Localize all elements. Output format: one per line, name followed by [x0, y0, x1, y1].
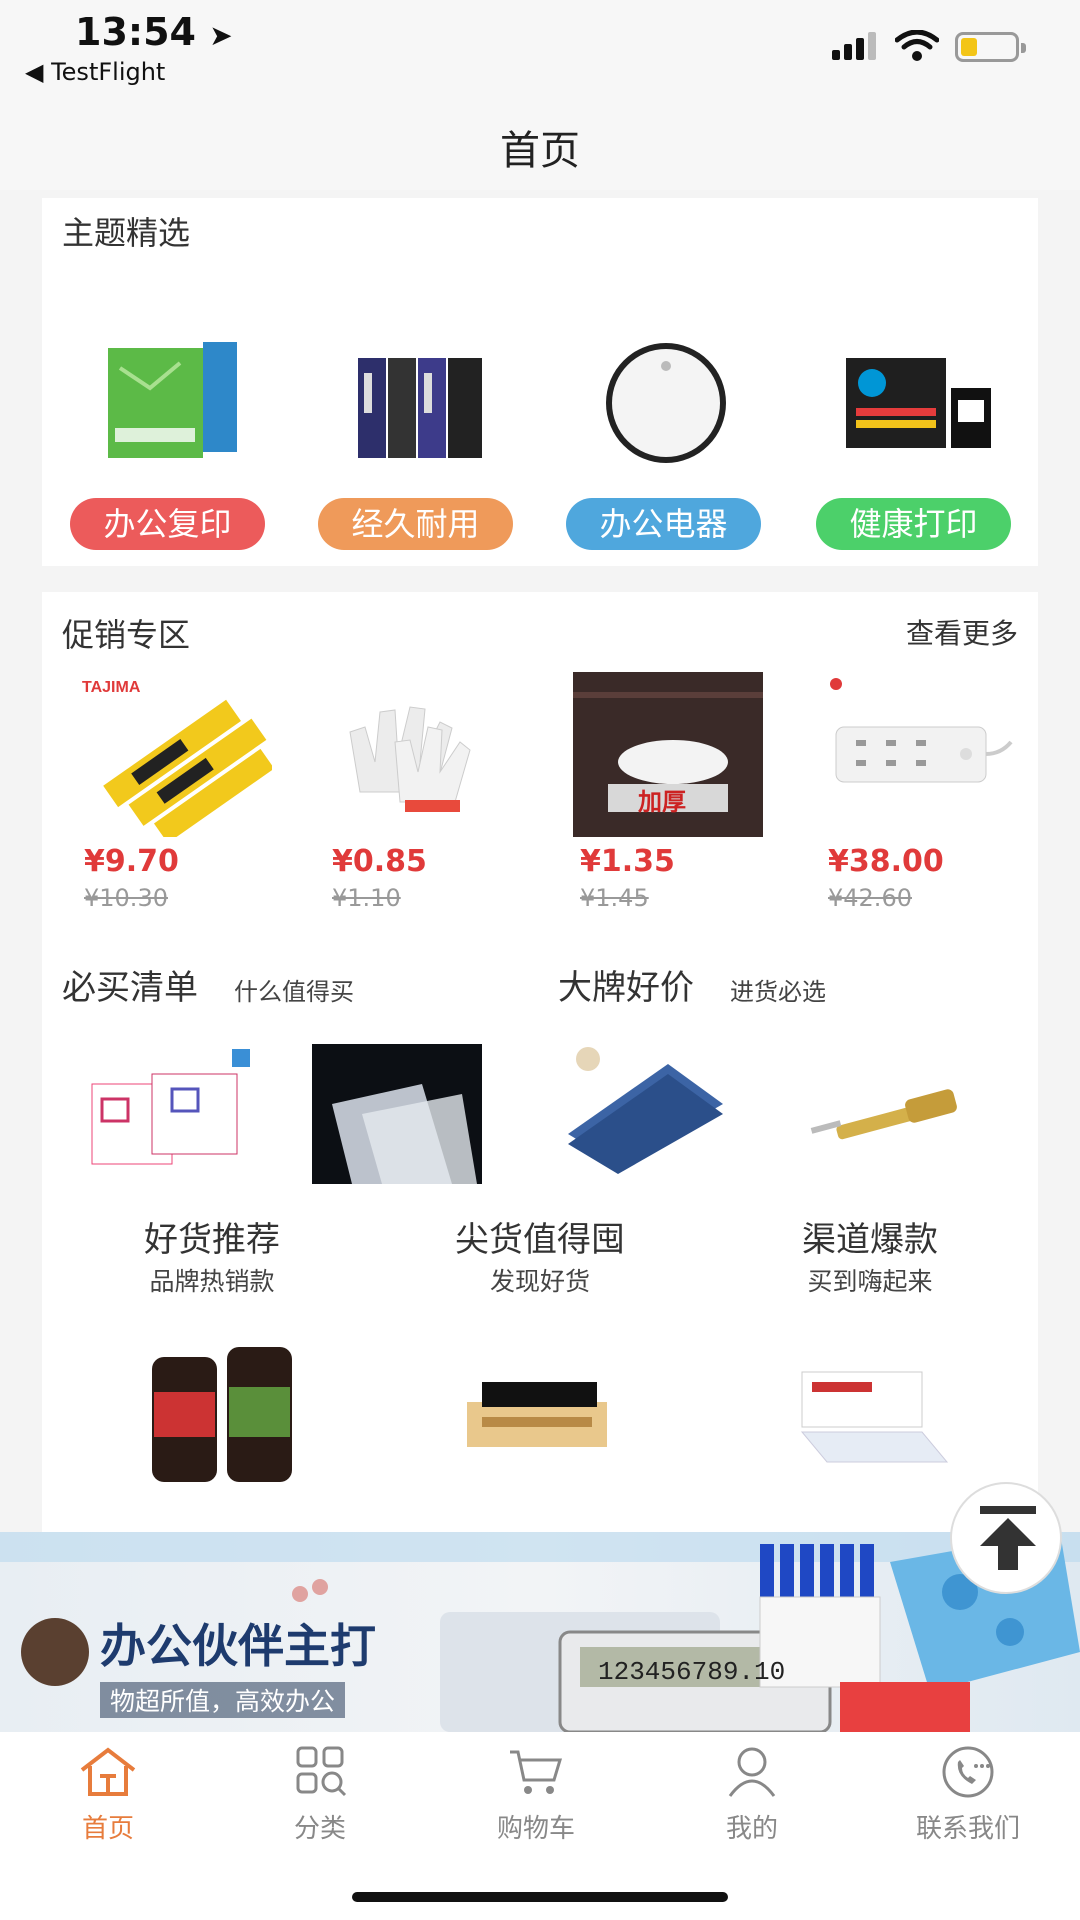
svg-text:TAJIMA: TAJIMA: [82, 679, 141, 696]
theme-pill-printing: 健康打印: [816, 498, 1011, 550]
big-brand-title[interactable]: 大牌好价: [558, 960, 694, 1009]
trash-bag-product-image: 加厚: [573, 672, 763, 837]
ink-cartridge-image: [846, 358, 991, 448]
tab-label: 购物车: [496, 1814, 575, 1844]
home-icon: [80, 1747, 136, 1796]
theme-pill-copy: 办公复印: [70, 498, 265, 550]
grid-icon: [296, 1746, 347, 1797]
trio-title-stock[interactable]: 尖货值得囤: [410, 1212, 670, 1261]
tab-label: 我的: [725, 1814, 778, 1844]
product-old-price: ¥1.45: [580, 884, 649, 912]
tab-home[interactable]: 首页: [18, 1744, 198, 1864]
arrow-up-icon: [980, 1506, 1036, 1570]
cellular-signal-icon: [832, 30, 880, 60]
audio-adapter-image[interactable]: [806, 1044, 976, 1184]
page-title: 首页: [500, 128, 580, 174]
coffee-jars-image[interactable]: [132, 1337, 312, 1487]
tab-category[interactable]: 分类: [230, 1744, 410, 1864]
time-text: 13:54: [75, 10, 196, 54]
home-indicator: [352, 1892, 728, 1902]
trio-subtitle-stock: 发现好货: [489, 1267, 590, 1296]
theme-pill-durable: 经久耐用: [318, 498, 513, 550]
promo-section: 促销专区 查看更多 TAJIMA ¥9.70 ¥10.30 ¥0.85 ¥1.1…: [42, 592, 1038, 1532]
theme-section: 主题精选 办公复印 经久耐用 办公电器 健康打印: [42, 198, 1038, 566]
product-old-price: ¥42.60: [828, 884, 912, 912]
promo-banner[interactable]: 123456789.10 办公伙伴主打 物超所值，高效办公: [0, 1532, 1080, 1732]
theme-section-title: 主题精选: [62, 214, 191, 252]
svg-text:加厚: 加厚: [638, 789, 686, 816]
tab-label: 联系我们: [915, 1814, 1020, 1844]
gloves-product-image: [349, 706, 471, 812]
power-strip-product-image: [830, 678, 1013, 783]
theme-item-appliance[interactable]: 办公电器: [566, 338, 766, 558]
theme-item-printing[interactable]: 健康打印: [816, 338, 1016, 558]
tab-label: 分类: [293, 1814, 346, 1844]
trio-subtitle-recommend: 品牌热销款: [149, 1267, 275, 1296]
status-time: 13:54 ➤: [75, 10, 233, 54]
theme-item-durable[interactable]: 经久耐用: [318, 338, 518, 558]
big-brand-subtitle: 进货必选: [730, 978, 826, 1006]
tab-cart[interactable]: 购物车: [446, 1744, 626, 1864]
banner-subtitle: 物超所值，高效办公: [100, 1682, 346, 1718]
back-to-app-link[interactable]: ◀ TestFlight: [25, 58, 165, 86]
trio-title-recommend[interactable]: 好货推荐: [82, 1212, 342, 1261]
copy-paper-image: [108, 342, 237, 458]
trio-title-channel[interactable]: 渠道爆款: [740, 1212, 1000, 1261]
tab-contact[interactable]: 联系我们: [878, 1744, 1058, 1864]
label-stickers-image[interactable]: [82, 1044, 252, 1184]
transparent-sheets-image[interactable]: [312, 1044, 482, 1184]
promo-product-gloves[interactable]: ¥0.85 ¥1.10: [310, 672, 530, 932]
phone-icon: [942, 1746, 994, 1798]
user-icon: [728, 1747, 776, 1797]
robot-vacuum-image: [606, 343, 726, 463]
theme-item-copy[interactable]: 办公复印: [70, 338, 270, 558]
must-buy-subtitle: 什么值得买: [234, 978, 354, 1006]
theme-pill-appliance: 办公电器: [566, 498, 761, 550]
cart-icon: [510, 1750, 563, 1794]
binder-folders-image: [358, 358, 482, 458]
blade-product-image: TAJIMA: [82, 679, 272, 837]
battery-icon: [955, 32, 1026, 62]
banner-title: 办公伙伴主打: [100, 1619, 376, 1673]
location-arrow-icon: ➤: [209, 19, 233, 52]
cover-paper-image[interactable]: [558, 1044, 728, 1184]
product-price: ¥9.70: [84, 844, 179, 879]
product-price: ¥0.85: [332, 844, 427, 879]
back-to-top-button[interactable]: [950, 1482, 1062, 1594]
promo-product-trashbag[interactable]: 加厚 ¥1.35 ¥1.45: [558, 672, 778, 932]
promo-product-blade[interactable]: TAJIMA ¥9.70 ¥10.30: [62, 672, 282, 932]
tab-profile[interactable]: 我的: [662, 1744, 842, 1864]
trio-subtitle-channel: 买到嗨起来: [807, 1267, 933, 1296]
promo-product-powerstrip[interactable]: ¥38.00 ¥42.60: [806, 672, 1026, 932]
nav-bar: 首页: [0, 100, 1080, 190]
tab-label: 首页: [81, 1814, 134, 1844]
wifi-icon: [895, 30, 939, 61]
product-old-price: ¥1.10: [332, 884, 401, 912]
status-bar: 13:54 ➤ ◀ TestFlight: [0, 0, 1080, 100]
must-buy-title[interactable]: 必买清单: [62, 960, 198, 1009]
product-price: ¥38.00: [828, 844, 944, 879]
calculator-display: 123456789.10: [598, 1657, 786, 1687]
toner-box-image[interactable]: [452, 1362, 622, 1472]
promo-section-title: 促销专区: [62, 616, 191, 654]
product-old-price: ¥10.30: [84, 884, 168, 912]
product-price: ¥1.35: [580, 844, 675, 879]
view-more-link[interactable]: 查看更多: [906, 612, 1018, 652]
paper-pack-image[interactable]: [782, 1352, 962, 1482]
